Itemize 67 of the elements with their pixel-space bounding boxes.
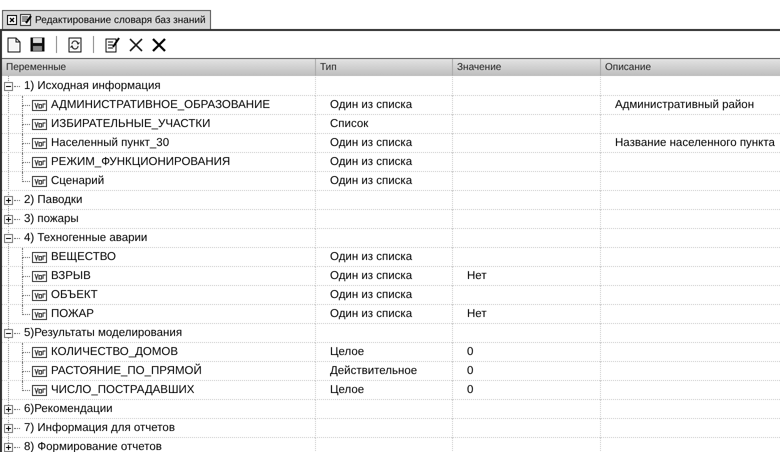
tab-title: Редактирование словаря баз знаний xyxy=(35,14,206,26)
variable-icon xyxy=(32,138,47,148)
variable-icon xyxy=(32,156,47,168)
close-icon[interactable] xyxy=(7,15,17,25)
variable-icon xyxy=(32,384,47,396)
value-cell: 0 xyxy=(452,343,600,362)
variable-icon xyxy=(32,118,47,130)
variable-icon xyxy=(32,176,47,186)
tree-item[interactable]: 3) пожары xyxy=(24,213,79,225)
collapse-icon[interactable] xyxy=(4,234,13,242)
tree-item[interactable]: 4) Техногенные аварии xyxy=(24,232,148,244)
variable-icon xyxy=(32,346,47,358)
edit-document-icon xyxy=(20,14,32,26)
variable-name[interactable]: КОЛИЧЕСТВО_ДОМОВ xyxy=(51,346,178,358)
variable-icon xyxy=(32,308,47,320)
description-cell: Административный район xyxy=(600,96,780,115)
variable-name[interactable]: Населенный пункт_30 xyxy=(51,137,170,149)
variable-name[interactable]: ВЕЩЕСТВО xyxy=(51,251,116,263)
variable-name[interactable]: ЧИСЛО_ПОСТРАДАВШИХ xyxy=(51,384,194,396)
value-cell: Нет xyxy=(452,305,600,324)
variable-name[interactable]: ОБЪЕКТ xyxy=(51,289,98,301)
delete-button[interactable] xyxy=(149,36,169,54)
type-cell: Действительное xyxy=(315,362,452,381)
variable-name[interactable]: ПОЖАР xyxy=(51,308,94,320)
expand-icon[interactable] xyxy=(4,404,13,414)
type-cell: Один из списка xyxy=(315,153,452,172)
type-cell: Один из списка xyxy=(315,305,452,324)
collapse-icon[interactable] xyxy=(4,328,13,338)
expand-icon[interactable] xyxy=(4,442,13,452)
value-cell: Нет xyxy=(452,267,600,286)
variable-icon xyxy=(32,100,47,110)
value-cell: 0 xyxy=(452,381,600,400)
type-cell: Один из списка xyxy=(315,134,452,153)
type-cell: Один из списка xyxy=(315,172,452,191)
variable-name[interactable]: РАСТОЯНИЕ_ПО_ПРЯМОЙ xyxy=(51,365,202,377)
variable-name[interactable]: ВЗРЫВ xyxy=(51,270,91,282)
expand-icon[interactable] xyxy=(4,424,13,432)
column-header[interactable]: Тип xyxy=(315,59,452,76)
tree-item[interactable]: 6)Рекомендации xyxy=(24,403,113,415)
variable-name[interactable]: ИЗБИРАТЕЛЬНЫЕ_УЧАСТКИ xyxy=(51,118,210,130)
variable-icon xyxy=(32,290,47,300)
collapse-icon[interactable] xyxy=(4,82,13,90)
expand-icon[interactable] xyxy=(4,214,13,224)
variable-name[interactable]: РЕЖИМ_ФУНКЦИОНИРОВАНИЯ xyxy=(51,156,230,168)
variable-name[interactable]: Сценарий xyxy=(51,175,104,187)
type-cell: Один из списка xyxy=(315,96,452,115)
column-header[interactable]: Описание xyxy=(600,59,780,76)
variable-name[interactable]: АДМИНИСТРАТИВНОЕ_ОБРАЗОВАНИЕ xyxy=(51,99,270,111)
expand-icon[interactable] xyxy=(4,196,13,204)
type-cell: Один из списка xyxy=(315,286,452,305)
variable-icon xyxy=(32,252,47,262)
type-cell: Один из списка xyxy=(315,267,452,286)
column-header[interactable]: Переменные xyxy=(2,59,315,76)
value-cell: 0 xyxy=(452,362,600,381)
document-tab[interactable]: Редактирование словаря баз знаний xyxy=(2,10,211,29)
tree-item[interactable]: 2) Паводки xyxy=(24,194,82,206)
type-cell: Целое xyxy=(315,343,452,362)
variable-icon xyxy=(32,366,47,376)
tree-item[interactable]: 7) Информация для отчетов xyxy=(24,422,175,434)
type-cell: Целое xyxy=(315,381,452,400)
type-cell: Список xyxy=(315,115,452,134)
variable-icon xyxy=(32,270,47,282)
column-header[interactable]: Значение xyxy=(452,59,600,76)
type-cell: Один из списка xyxy=(315,248,452,267)
description-cell: Название населенного пункта xyxy=(600,134,780,153)
tree-item[interactable]: 1) Исходная информация xyxy=(24,80,161,92)
tree-item[interactable]: 5)Результаты моделирования xyxy=(24,327,182,339)
